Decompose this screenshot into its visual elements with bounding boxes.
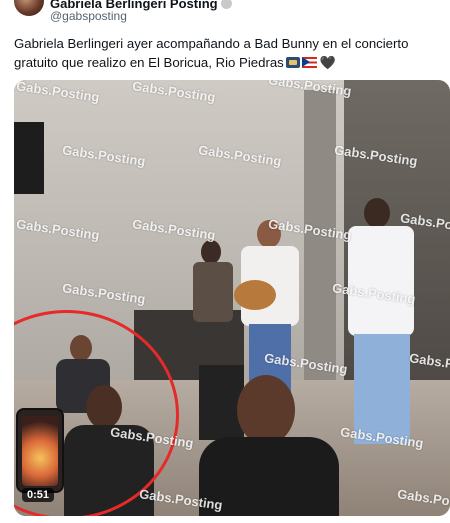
- tweet-text: Gabriela Berlingeri ayer acompañando a B…: [14, 36, 409, 70]
- author-handle[interactable]: @gabsposting: [50, 9, 127, 23]
- video-foreground-man: [199, 375, 339, 516]
- verified-badge-icon: [220, 0, 232, 9]
- tweet-video[interactable]: Gabs.Posting Gabs.Posting Gabs.Posting G…: [14, 80, 450, 516]
- tweet-header: Gabriela Berlingeri Posting @gabsposting: [0, 0, 450, 30]
- tweet-body: Gabriela Berlingeri ayer acompañando a B…: [14, 34, 438, 72]
- author-avatar[interactable]: [14, 0, 44, 16]
- video-speaker: [14, 122, 44, 194]
- black-heart-icon: 🖤: [319, 55, 336, 70]
- photo-emoji-icon: [285, 57, 300, 68]
- video-photographer: [189, 240, 239, 330]
- puerto-rico-flag-icon: [301, 57, 317, 68]
- video-duration-badge: 0:51: [22, 488, 55, 502]
